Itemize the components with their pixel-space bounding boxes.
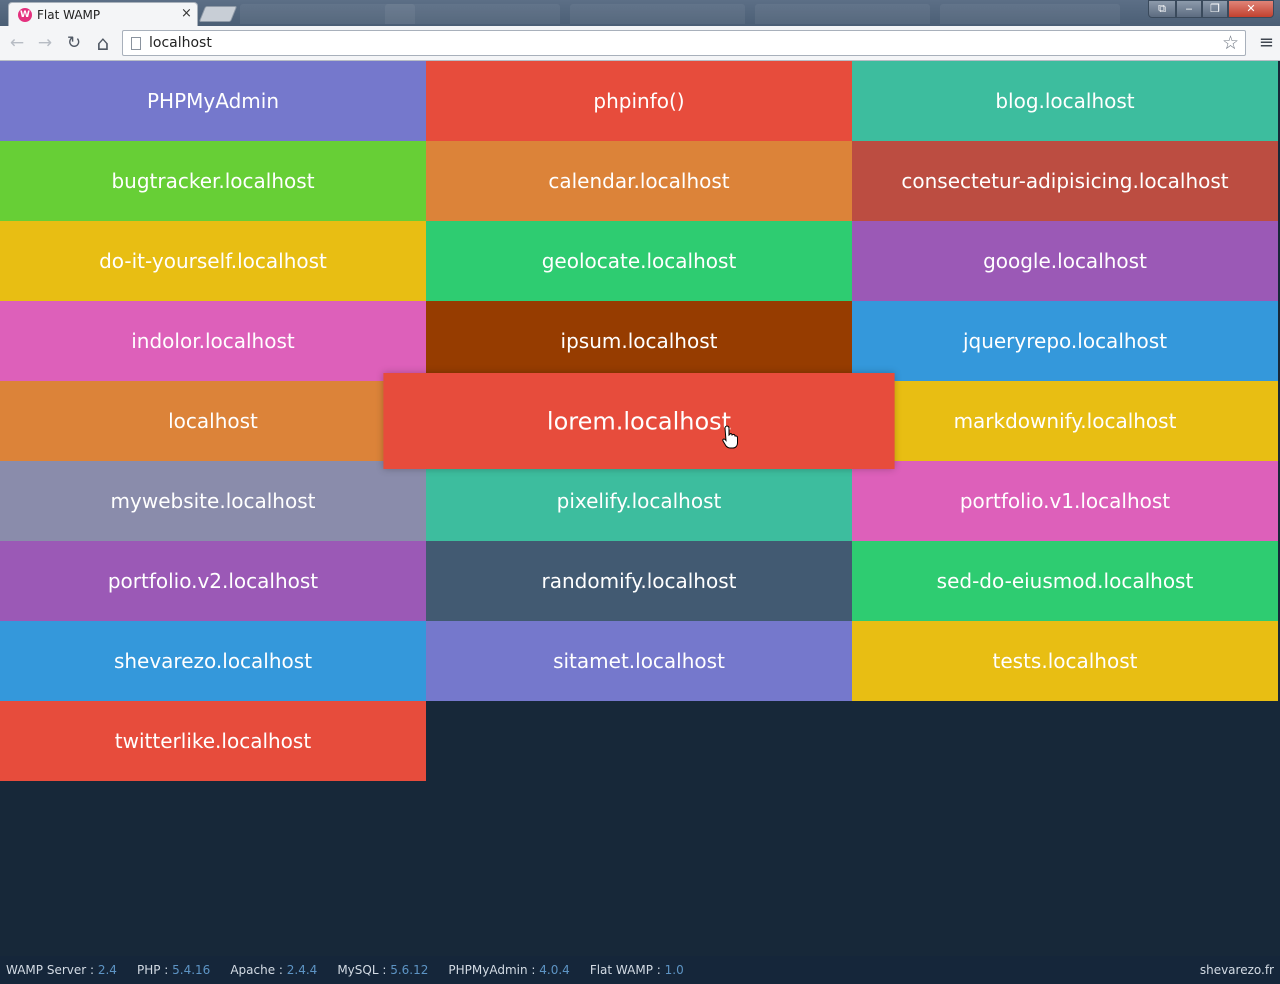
- browser-toolbar: ← → ↻ ⌂ localhost ☆ ≡: [0, 26, 1280, 61]
- vhost-tile[interactable]: localhost: [0, 381, 426, 461]
- maximize-button[interactable]: ❐: [1202, 0, 1228, 18]
- back-arrow-icon[interactable]: ←: [6, 32, 28, 54]
- footer-version-value: 4.0.4: [539, 963, 570, 977]
- vhost-tile[interactable]: mywebsite.localhost: [0, 461, 426, 541]
- footer-version-value: 2.4: [97, 963, 117, 977]
- footer-credit[interactable]: shevarezo.fr: [1200, 963, 1274, 977]
- hand-cursor-icon: [722, 425, 738, 449]
- footer-version-item: Flat WAMP : 1.0: [590, 963, 684, 977]
- address-bar[interactable]: localhost ☆: [122, 30, 1246, 56]
- footer-version-value: 2.4.4: [286, 963, 318, 977]
- window-controls: ⧉ ‒ ❐ ✕: [1148, 0, 1274, 18]
- url-text[interactable]: localhost: [149, 35, 212, 51]
- close-window-button[interactable]: ✕: [1228, 0, 1274, 18]
- footer-version-item: MySQL : 5.6.12: [337, 963, 428, 977]
- home-icon[interactable]: ⌂: [92, 32, 114, 54]
- footer-version-item: Apache : 2.4.4: [230, 963, 317, 977]
- vhost-tile[interactable]: twitterlike.localhost: [0, 701, 426, 781]
- footer-version-label: PHPMyAdmin :: [448, 963, 536, 977]
- vhost-tile[interactable]: phpinfo(): [426, 61, 852, 141]
- vhost-tile[interactable]: sed-do-eiusmod.localhost: [852, 541, 1278, 621]
- vhost-tile[interactable]: blog.localhost: [852, 61, 1278, 141]
- window-extra-icon[interactable]: ⧉: [1148, 0, 1176, 18]
- vhost-tile[interactable]: portfolio.v1.localhost: [852, 461, 1278, 541]
- vhost-tile[interactable]: google.localhost: [852, 221, 1278, 301]
- footer-version-value: 1.0: [664, 963, 684, 977]
- background-tab[interactable]: [755, 4, 930, 24]
- tab-title: Flat WAMP: [37, 8, 101, 22]
- page-icon: [131, 37, 141, 50]
- vhost-tile[interactable]: shevarezo.localhost: [0, 621, 426, 701]
- vhost-tile[interactable]: tests.localhost: [852, 621, 1278, 701]
- vhost-tile[interactable]: consectetur-adipisicing.localhost: [852, 141, 1278, 221]
- tab-close-icon[interactable]: ×: [181, 6, 192, 21]
- background-tab[interactable]: [940, 4, 1120, 24]
- footer-version-label: WAMP Server :: [6, 963, 95, 977]
- vhost-tile[interactable]: lorem.localhost: [383, 373, 895, 469]
- footer-version-item: PHPMyAdmin : 4.0.4: [448, 963, 569, 977]
- bookmark-star-icon[interactable]: ☆: [1222, 32, 1239, 54]
- vhost-tile[interactable]: markdownify.localhost: [852, 381, 1278, 461]
- minimize-button[interactable]: ‒: [1176, 0, 1202, 18]
- background-tab[interactable]: [385, 4, 560, 24]
- vhost-tile[interactable]: indolor.localhost: [0, 301, 426, 381]
- vhost-tile-grid: PHPMyAdmin phpinfo() blog.localhost bugtrac…: [0, 61, 1278, 781]
- new-tab-button[interactable]: [198, 6, 238, 22]
- footer-version-label: PHP :: [136, 963, 169, 977]
- footer-version-item: PHP : 5.4.16: [137, 963, 210, 977]
- vhost-tile[interactable]: sitamet.localhost: [426, 621, 852, 701]
- footer-version-label: Flat WAMP :: [589, 963, 661, 977]
- vhost-tile[interactable]: calendar.localhost: [426, 141, 852, 221]
- vhost-tile[interactable]: portfolio.v2.localhost: [0, 541, 426, 621]
- chrome-menu-icon[interactable]: ≡: [1259, 32, 1274, 53]
- footer-bar: WAMP Server : 2.4 PHP : 5.4.16 Apache : 2.…: [0, 956, 1280, 984]
- footer-version-label: Apache :: [230, 963, 283, 977]
- vhost-tile[interactable]: pixelify.localhost: [426, 461, 852, 541]
- version-list: WAMP Server : 2.4 PHP : 5.4.16 Apache : 2.…: [6, 963, 684, 977]
- browser-titlebar: W Flat WAMP × ⧉ ‒ ❐ ✕: [0, 0, 1280, 26]
- footer-version-label: MySQL :: [337, 963, 387, 977]
- forward-arrow-icon[interactable]: →: [34, 32, 56, 54]
- vhost-tile[interactable]: randomify.localhost: [426, 541, 852, 621]
- background-tab[interactable]: [570, 4, 745, 24]
- vhost-tile[interactable]: geolocate.localhost: [426, 221, 852, 301]
- tab-flat-wamp[interactable]: W Flat WAMP ×: [8, 2, 198, 26]
- favicon-icon: W: [18, 8, 32, 22]
- footer-version-item: WAMP Server : 2.4: [6, 963, 117, 977]
- footer-version-value: 5.4.16: [172, 963, 211, 977]
- vhost-tile[interactable]: ipsum.localhost: [426, 301, 852, 381]
- vhost-tile[interactable]: do-it-yourself.localhost: [0, 221, 426, 301]
- vhost-tile[interactable]: jqueryrepo.localhost: [852, 301, 1278, 381]
- vhost-tile[interactable]: PHPMyAdmin: [0, 61, 426, 141]
- footer-version-value: 5.6.12: [390, 963, 429, 977]
- reload-icon[interactable]: ↻: [63, 32, 85, 54]
- vhost-tile[interactable]: bugtracker.localhost: [0, 141, 426, 221]
